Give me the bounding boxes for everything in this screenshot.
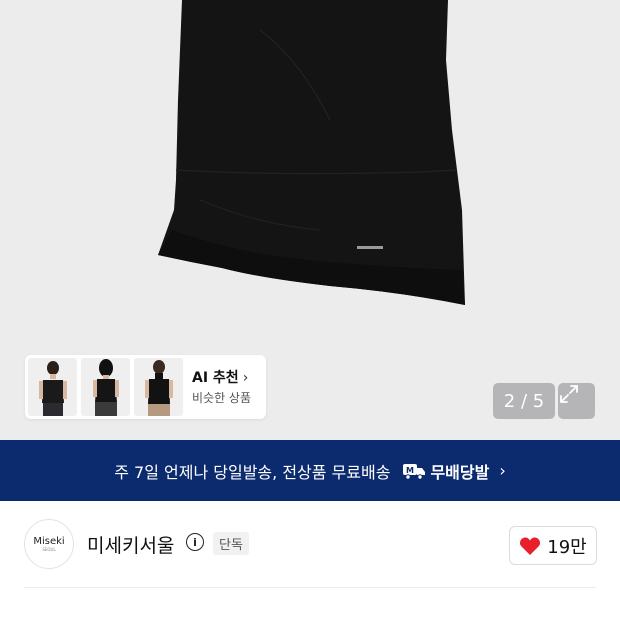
- product-image-gallery[interactable]: AI 추천 › 비슷한 상품 2 / 5: [0, 0, 620, 440]
- expand-image-button[interactable]: [558, 383, 595, 419]
- exclusive-badge: 단독: [213, 532, 249, 555]
- seller-logo-text: Miseki: [33, 535, 65, 547]
- info-icon[interactable]: i: [186, 533, 204, 551]
- heart-icon: [520, 536, 541, 555]
- free-shipping-label: 무배당발: [430, 462, 490, 482]
- like-count: 19만: [547, 536, 587, 558]
- shipping-banner[interactable]: 주 7일 언제나 당일발송, 전상품 무료배송 M 무배당발 ›: [0, 440, 620, 501]
- recommend-thumbnail[interactable]: [28, 358, 77, 416]
- ai-recommend-card[interactable]: AI 추천 › 비슷한 상품: [25, 355, 266, 419]
- delivery-truck-icon: M: [403, 463, 426, 480]
- seller-name[interactable]: 미세키서울: [87, 531, 174, 558]
- seller-logo-subtext: SEOUL: [42, 546, 56, 552]
- chevron-right-icon: ›: [242, 370, 249, 386]
- like-button[interactable]: 19만: [509, 526, 597, 565]
- divider: [24, 587, 596, 588]
- ai-recommend-subtitle: 비슷한 상품: [192, 391, 252, 405]
- recommend-thumbnail[interactable]: [81, 358, 130, 416]
- chevron-right-icon: ›: [499, 461, 506, 480]
- seller-logo[interactable]: Miseki SEOUL: [24, 519, 74, 569]
- ai-recommend-title[interactable]: AI 추천 ›: [192, 367, 248, 387]
- free-shipping-badge: M 무배당발: [402, 459, 489, 483]
- shipping-banner-text: 주 7일 언제나 당일발송, 전상품 무료배송: [114, 462, 391, 482]
- svg-text:M: M: [406, 466, 414, 475]
- recommend-thumbnail[interactable]: [134, 358, 183, 416]
- expand-icon: [560, 385, 578, 403]
- image-counter: 2 / 5: [493, 383, 555, 419]
